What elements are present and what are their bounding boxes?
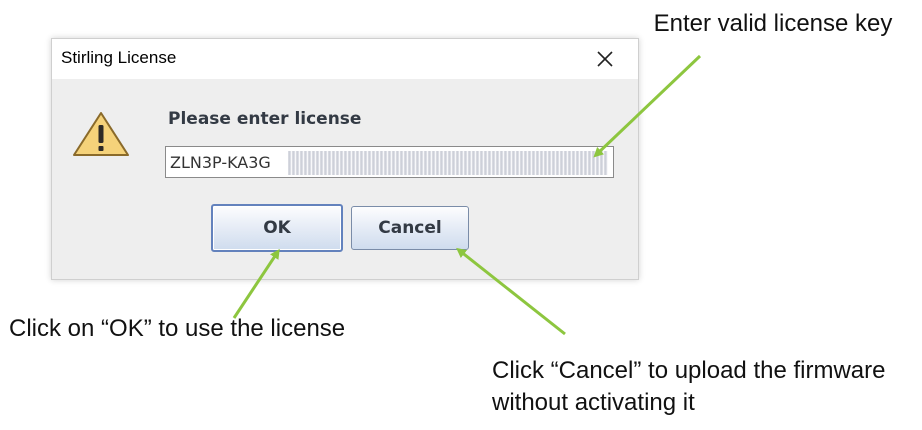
- annotation-license-key: Enter valid license key: [653, 10, 893, 37]
- cancel-button[interactable]: Cancel: [351, 206, 469, 250]
- license-key-input[interactable]: ZLN3P-KA3G: [165, 146, 614, 178]
- annotation-cancel: Click “Cancel” to upload the firmware wi…: [492, 357, 886, 416]
- annotation-ok: Click on “OK” to use the license: [9, 315, 346, 342]
- ok-button[interactable]: OK: [211, 204, 343, 252]
- close-button[interactable]: [588, 44, 622, 74]
- close-icon: [597, 51, 613, 67]
- dialog-titlebar: Stirling License: [52, 39, 638, 79]
- warning-icon: [72, 111, 130, 161]
- cancel-button-label: Cancel: [378, 218, 442, 238]
- dialog-title: Stirling License: [61, 48, 177, 67]
- obscured-key-text: [288, 151, 608, 175]
- license-prompt-label: Please enter license: [168, 109, 362, 129]
- license-dialog: Stirling License Please enter license ZL…: [51, 38, 639, 280]
- ok-button-label: OK: [263, 218, 291, 238]
- license-key-value: ZLN3P-KA3G: [170, 153, 271, 172]
